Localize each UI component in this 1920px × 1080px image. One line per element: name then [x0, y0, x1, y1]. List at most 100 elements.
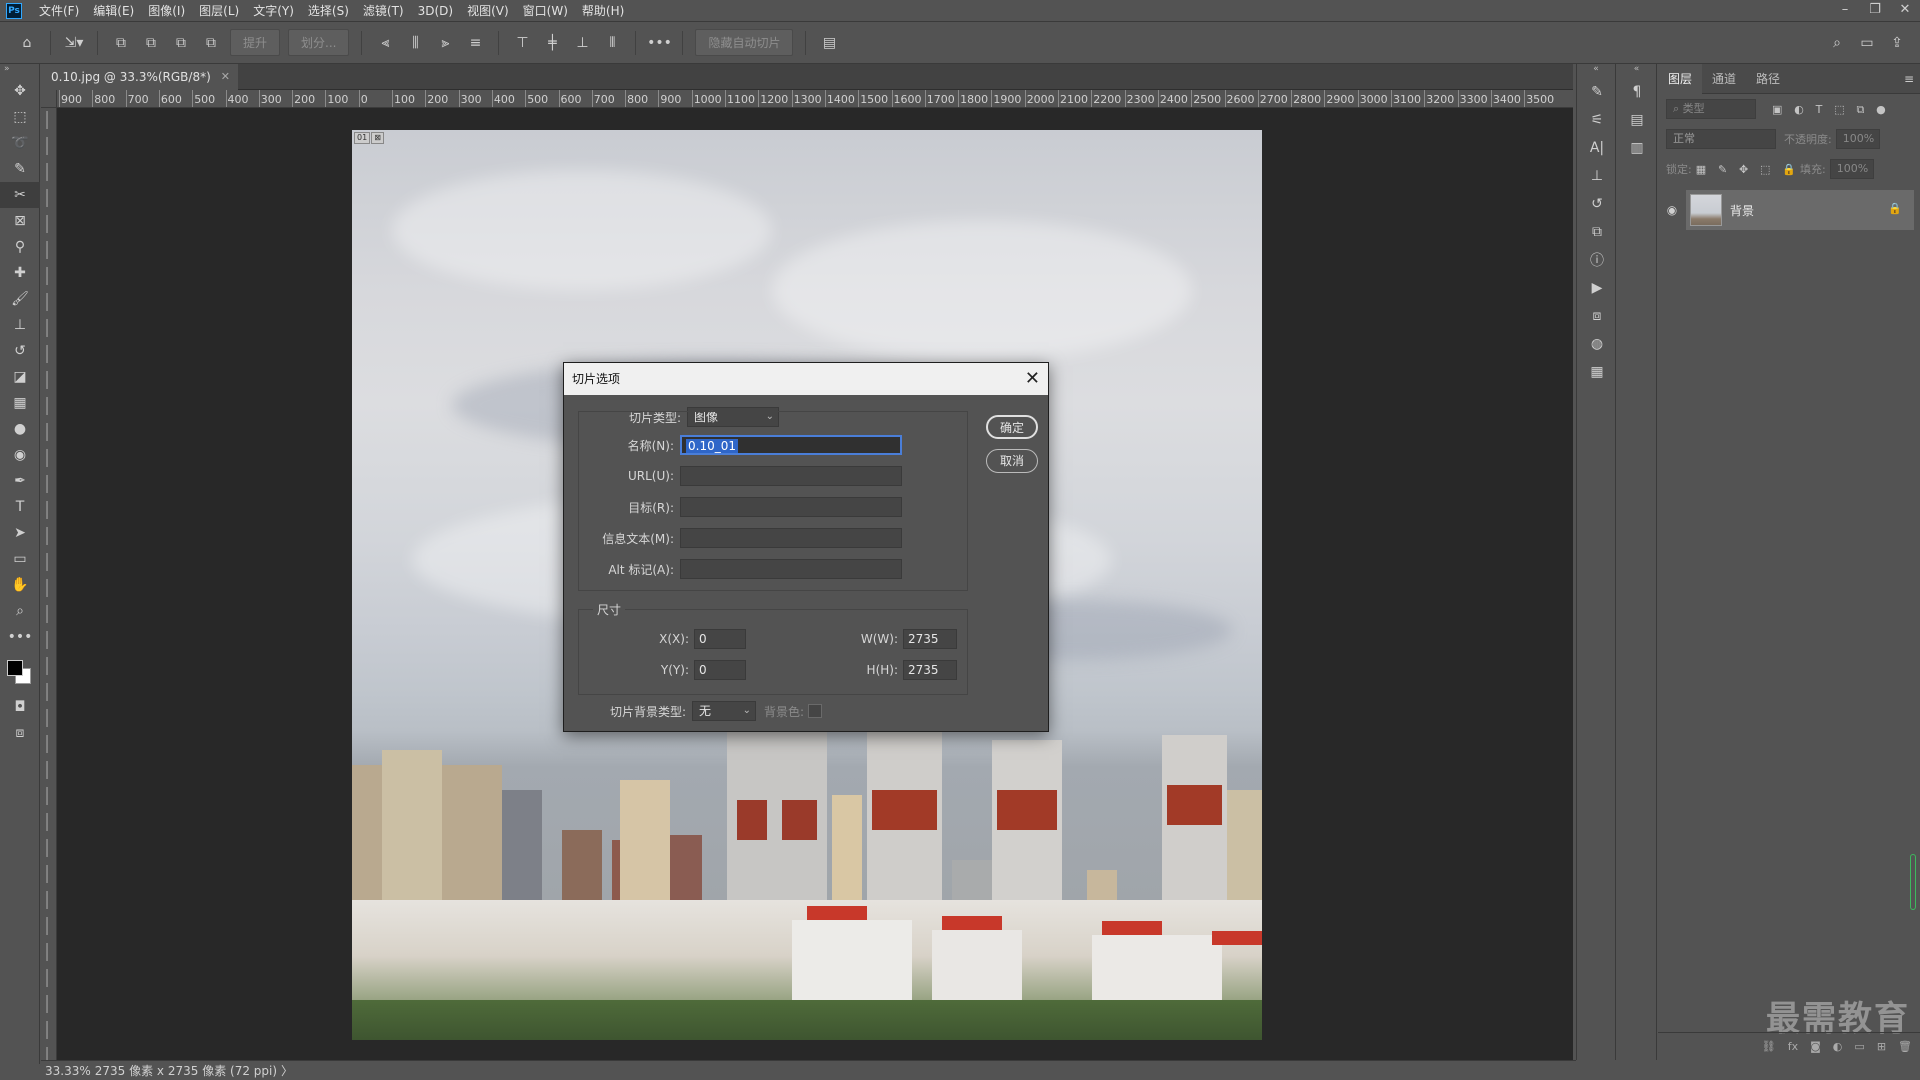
brush-tool-icon[interactable]: 🖌: [0, 286, 40, 312]
gradient-tool-icon[interactable]: ▦: [0, 390, 40, 416]
more-tools-icon[interactable]: •••: [0, 624, 40, 650]
distribute-icon[interactable]: ≡: [462, 30, 488, 56]
menu-image[interactable]: 图像(I): [141, 0, 192, 22]
send-backward-icon[interactable]: ⧉: [168, 30, 194, 56]
share-icon[interactable]: ⇪: [1884, 30, 1910, 56]
info-icon[interactable]: ⓘ: [1577, 246, 1617, 274]
lasso-tool-icon[interactable]: ➰: [0, 130, 40, 156]
name-input[interactable]: 0.10_01: [680, 435, 902, 455]
adjustments-icon[interactable]: ⚟: [1577, 106, 1617, 134]
bg-color-swatch[interactable]: [808, 704, 823, 718]
layer-background[interactable]: 背景 🔒: [1686, 190, 1914, 230]
table-icon[interactable]: ▦: [1577, 358, 1617, 386]
move-tool-icon[interactable]: ✥: [0, 78, 40, 104]
new-layer-icon[interactable]: ⊞: [1877, 1040, 1886, 1053]
layer-filter-select[interactable]: ⌕ 类型: [1666, 99, 1756, 119]
menu-select[interactable]: 选择(S): [301, 0, 356, 22]
url-input[interactable]: [680, 466, 902, 486]
fill-input[interactable]: 100%: [1829, 159, 1874, 179]
lock-position-icon[interactable]: ✥: [1739, 163, 1748, 176]
more-options-icon[interactable]: •••: [646, 30, 672, 56]
pixel-filter-icon[interactable]: ▣: [1772, 103, 1782, 116]
alt-input[interactable]: [680, 559, 902, 579]
menu-file[interactable]: 文件(F): [32, 0, 86, 22]
slice-options-icon[interactable]: ▤: [816, 30, 842, 56]
target-input[interactable]: [680, 497, 902, 517]
bring-forward-icon[interactable]: ⧉: [138, 30, 164, 56]
history-icon[interactable]: ↺: [1577, 190, 1617, 218]
hide-auto-slices-button[interactable]: 隐藏自动切片: [695, 29, 794, 56]
lock-image-icon[interactable]: ✎: [1718, 163, 1727, 176]
menu-window[interactable]: 窗口(W): [516, 0, 575, 22]
swatches-icon[interactable]: ⧈: [1577, 302, 1617, 330]
distribute-vertical-icon[interactable]: ⫴: [599, 30, 625, 56]
align-left-icon[interactable]: ⫷: [372, 30, 398, 56]
notes-icon[interactable]: ▥: [1617, 134, 1657, 162]
quick-mask-icon[interactable]: ◘: [0, 694, 40, 720]
collapse-icon[interactable]: »: [0, 64, 39, 78]
frame-tool-icon[interactable]: ⊠: [0, 208, 40, 234]
zoom-tool-icon[interactable]: ⌕: [0, 598, 40, 624]
brush-settings-icon[interactable]: ✎: [1577, 78, 1617, 106]
align-middle-icon[interactable]: ╪: [539, 30, 565, 56]
align-center-icon[interactable]: ⫼: [402, 30, 428, 56]
minimize-icon[interactable]: –: [1830, 0, 1860, 22]
status-arrow-icon[interactable]: 〉: [281, 1062, 293, 1079]
promote-button[interactable]: 提升: [230, 29, 281, 56]
type-tool-icon[interactable]: T: [0, 494, 40, 520]
home-icon[interactable]: ⌂: [14, 30, 40, 56]
ok-button[interactable]: 确定: [986, 415, 1038, 439]
trash-icon[interactable]: 🗑: [1898, 1040, 1912, 1053]
divide-button[interactable]: 划分...: [288, 29, 350, 56]
lock-artboard-icon[interactable]: ⬚: [1760, 163, 1770, 176]
opacity-input[interactable]: 100%: [1835, 129, 1880, 149]
screen-mode-icon[interactable]: ⧈: [0, 720, 40, 746]
align-right-icon[interactable]: ⫸: [432, 30, 458, 56]
folder-icon[interactable]: ▭: [1854, 1040, 1864, 1053]
send-to-back-icon[interactable]: ⧉: [198, 30, 224, 56]
stamp-tool-icon[interactable]: ⊥: [0, 312, 40, 338]
collapse-icon[interactable]: «: [1577, 64, 1615, 78]
blur-tool-icon[interactable]: ●: [0, 416, 40, 442]
tab-layers[interactable]: 图层: [1658, 63, 1703, 94]
filter-toggle-icon[interactable]: ●: [1876, 103, 1886, 116]
document-tab[interactable]: 0.10.jpg @ 33.3%(RGB/8*) ✕: [41, 64, 238, 90]
collapse-icon[interactable]: «: [1617, 64, 1656, 78]
character-icon[interactable]: A|: [1577, 134, 1617, 162]
quick-select-tool-icon[interactable]: ✎: [0, 156, 40, 182]
paragraph-icon[interactable]: ¶: [1617, 78, 1657, 106]
panel-menu-icon[interactable]: ≡: [1904, 64, 1914, 94]
bg-type-select[interactable]: 无 ⌄: [692, 701, 756, 721]
align-top-icon[interactable]: ⊤: [509, 30, 535, 56]
y-input[interactable]: 0: [694, 660, 746, 680]
bring-to-front-icon[interactable]: ⧉: [108, 30, 134, 56]
tab-paths[interactable]: 路径: [1746, 64, 1790, 94]
rectangle-tool-icon[interactable]: ▭: [0, 546, 40, 572]
tab-channels[interactable]: 通道: [1702, 64, 1746, 94]
search-icon[interactable]: ⌕: [1824, 30, 1850, 56]
menu-type[interactable]: 文字(Y): [246, 0, 301, 22]
menu-3d[interactable]: 3D(D): [411, 0, 460, 22]
link-icon[interactable]: ⛓: [1762, 1040, 1776, 1053]
pen-tool-icon[interactable]: ✒: [0, 468, 40, 494]
color-swatches[interactable]: [0, 650, 40, 694]
eyedropper-tool-icon[interactable]: ⚲: [0, 234, 40, 260]
healing-tool-icon[interactable]: ✚: [0, 260, 40, 286]
menu-help[interactable]: 帮助(H): [575, 0, 631, 22]
libraries-icon[interactable]: ▤: [1617, 106, 1657, 134]
path-select-tool-icon[interactable]: ➤: [0, 520, 40, 546]
color-icon[interactable]: ◍: [1577, 330, 1617, 358]
cancel-button[interactable]: 取消: [986, 449, 1038, 473]
mask-icon[interactable]: ◙: [1810, 1040, 1821, 1053]
restore-icon[interactable]: ❐: [1860, 0, 1890, 22]
lock-transparent-icon[interactable]: ▦: [1696, 163, 1706, 176]
menu-view[interactable]: 视图(V): [460, 0, 516, 22]
scrollbar-thumb[interactable]: [1910, 854, 1916, 910]
w-input[interactable]: 2735: [903, 629, 957, 649]
x-input[interactable]: 0: [694, 629, 746, 649]
dodge-tool-icon[interactable]: ◉: [0, 442, 40, 468]
menu-edit[interactable]: 编辑(E): [86, 0, 141, 22]
adjustment-icon[interactable]: ◐: [1833, 1040, 1843, 1053]
slice-tool-icon[interactable]: ✂: [0, 182, 40, 208]
slice-select-tool-icon[interactable]: ⇲▾: [61, 30, 87, 56]
